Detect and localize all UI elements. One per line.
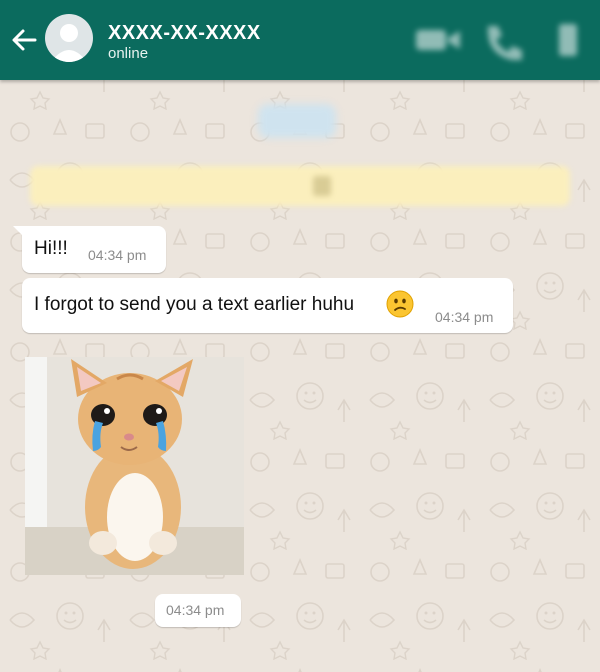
contact-name[interactable]: XXXX-XX-XXXX [108,22,261,45]
bubble-tail [13,226,27,240]
message-time: 04:34 pm [166,602,225,618]
more-menu-icon[interactable] [553,20,583,60]
image-timestamp-bubble: 04:34 pm [155,594,241,627]
contact-status: online [108,45,149,62]
voice-call-icon[interactable] [480,20,524,60]
avatar-placeholder-icon [51,24,87,62]
video-call-icon[interactable] [412,20,464,60]
confused-face-emoji [386,290,414,318]
message-time: 04:34 pm [88,247,147,263]
message-time: 04:34 pm [435,309,494,325]
image-message[interactable] [25,357,244,575]
message-text: I forgot to send you a text earlier huhu [34,294,355,315]
contact-avatar[interactable] [45,14,93,62]
chat-header: XXXX-XX-XXXX online [0,0,600,80]
encryption-notice [30,166,570,206]
date-separator [258,104,336,138]
incoming-message-bubble[interactable]: I forgot to send you a text earlier huhu… [22,278,513,333]
back-arrow-icon[interactable] [8,24,40,56]
message-text: Hi!!! [34,238,68,259]
crying-kitten-photo [25,357,244,575]
lock-icon [313,176,331,196]
incoming-message-bubble[interactable]: Hi!!! 04:34 pm [13,226,166,273]
